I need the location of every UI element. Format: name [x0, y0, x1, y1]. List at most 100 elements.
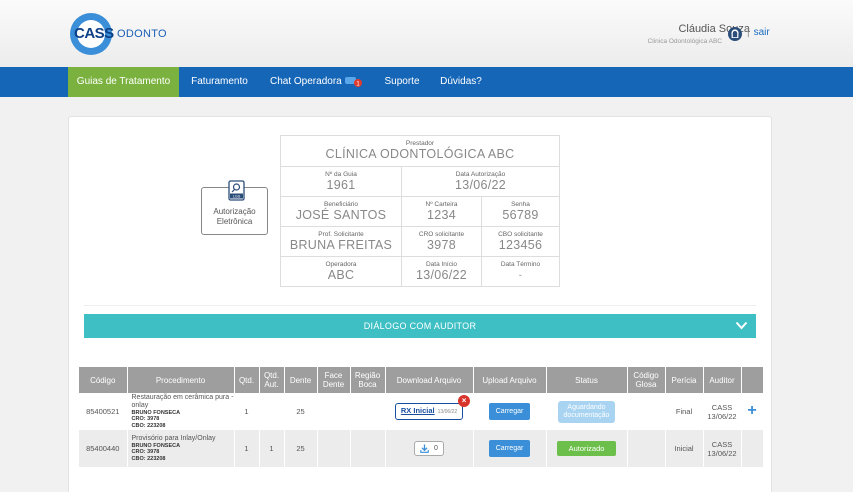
cell-codigo-glosa — [627, 393, 666, 430]
cbo-cell: CBO solicitante 123456 — [481, 226, 560, 257]
carteira-value: 1234 — [426, 208, 456, 222]
rx-inicial-file[interactable]: RX Inicial 13/06/22 × — [394, 395, 471, 420]
rx-inicial-date: 13/06/22 — [437, 409, 458, 415]
cell-regiao-boca — [350, 430, 386, 467]
auditor-name: CASS — [711, 439, 733, 449]
cbo-value: 123456 — [498, 238, 543, 252]
data-autorizacao-label: Data Autorização — [455, 171, 506, 178]
col-dente: Dente — [284, 367, 318, 393]
nav-duvidas[interactable]: Dúvidas? — [432, 67, 490, 97]
auditor-date: 13/06/22 — [707, 411, 737, 421]
logo-main-text: CASS — [74, 25, 114, 42]
status-line1: Aguardando — [567, 403, 606, 411]
logout-link[interactable]: | sair — [747, 27, 770, 38]
cro-value: 3978 — [426, 238, 456, 252]
col-procedimento: Procedimento — [127, 367, 235, 393]
data-autorizacao-cell: Data Autorização 13/06/22 — [401, 166, 560, 197]
guia-value: 1961 — [326, 178, 356, 192]
cell-actions — [741, 430, 764, 467]
cell-face-dente — [317, 393, 351, 430]
autorizacao-eletronica-button[interactable]: LGS Autorização Eletrônica — [201, 180, 268, 235]
col-download: Download Arquivo — [385, 367, 474, 393]
status-line2: documentação — [563, 411, 610, 419]
col-codigo: Código — [79, 367, 128, 393]
dialogo-auditor-label: DIÁLOGO COM AUDITOR — [363, 321, 477, 331]
cell-qtd-aut — [259, 393, 285, 430]
procedure-name: Provisório para Inlay/Onlay — [131, 434, 216, 442]
document-icon-label: LGS — [233, 195, 241, 199]
section-divider — [84, 305, 756, 306]
cell-actions: + — [741, 393, 764, 430]
data-autorizacao-value: 13/06/22 — [454, 178, 507, 192]
status-badge: Aguardando documentação — [557, 400, 616, 423]
cro-label: CRO solicitante — [418, 231, 465, 238]
guia-label: Nº da Guia — [325, 171, 357, 178]
nav-suporte[interactable]: Suporte — [377, 67, 427, 97]
beneficiario-label: Beneficiário — [324, 201, 358, 208]
user-avatar-icon[interactable] — [728, 27, 742, 41]
cell-auditor: CASS 13/06/22 — [703, 430, 742, 467]
prestador-cell: Prestador CLÍNICA ODONTOLÓGICA ABC — [280, 135, 560, 167]
cell-pericia: Inicial — [665, 430, 704, 467]
carteira-cell: Nº Carteira 1234 — [401, 196, 482, 227]
cro-cell: CRO solicitante 3978 — [401, 226, 482, 257]
chat-bubble-icon: 1 — [345, 77, 362, 88]
cell-dente: 25 — [284, 430, 318, 467]
status-badge: Autorizado — [556, 441, 617, 456]
cell-procedimento: Restauração em cerâmica pura - onlay BRU… — [127, 393, 235, 430]
col-upload: Upload Arquivo — [473, 367, 547, 393]
dialogo-auditor-toggle[interactable]: DIÁLOGO COM AUDITOR — [84, 314, 756, 338]
app-header: CASS ODONTO Cláudia Souza Clinica Odonto… — [0, 0, 853, 67]
user-clinic: Clinica Odontológica ABC — [647, 38, 722, 45]
table-row: 85400440 Provisório para Inlay/Onlay BRU… — [79, 430, 764, 467]
auth-button-line2: Eletrônica — [216, 217, 253, 226]
cell-codigo: 85400440 — [79, 430, 128, 467]
chevron-down-icon — [735, 321, 748, 330]
data-termino-cell: Data Término - — [481, 256, 560, 287]
cass-odonto-logo[interactable]: CASS ODONTO — [70, 13, 167, 55]
guia-cell: Nº da Guia 1961 — [280, 166, 402, 197]
cell-upload: Carregar — [473, 393, 547, 430]
guide-info-table: Prestador CLÍNICA ODONTOLÓGICA ABC Nº da… — [280, 135, 560, 287]
cell-codigo: 85400521 — [79, 393, 128, 430]
add-icon[interactable]: + — [747, 402, 756, 419]
col-auditor: Auditor — [703, 367, 742, 393]
nav-faturamento[interactable]: Faturamento — [181, 67, 258, 97]
senha-label: Senha — [511, 201, 530, 208]
download-button[interactable]: 0 — [414, 440, 444, 457]
carregar-button[interactable]: Carregar — [488, 403, 531, 420]
cell-qtd: 1 — [234, 393, 260, 430]
nav-guias-tratamento[interactable]: Guias de Tratamento — [68, 67, 179, 97]
senha-value: 56789 — [502, 208, 539, 222]
operadora-label: Operadora — [325, 261, 357, 268]
beneficiario-cell: Beneficiário JOSÉ SANTOS — [280, 196, 402, 227]
cell-procedimento: Provisório para Inlay/Onlay BRUNO FONSEC… — [127, 430, 235, 467]
col-status: Status — [546, 367, 628, 393]
data-termino-label: Data Término — [500, 261, 541, 268]
auditor-name: CASS — [711, 402, 733, 412]
col-qtd: Qtd. — [234, 367, 260, 393]
beneficiario-value: JOSÉ SANTOS — [295, 208, 387, 222]
procedures-table: Código Procedimento Qtd. Qtd. Aut. Dente… — [79, 367, 764, 467]
logout-label: sair — [753, 27, 770, 38]
cell-codigo-glosa — [627, 430, 666, 467]
cell-qtd-aut: 1 — [259, 430, 285, 467]
prof-solicitante-label: Prof. Solicitante — [318, 231, 364, 238]
procedure-name: Restauração em cerâmica pura - onlay — [131, 393, 234, 409]
prof-solicitante-cell: Prof. Solicitante BRUNA FREITAS — [280, 226, 402, 257]
data-inicio-value: 13/06/22 — [415, 268, 468, 282]
prof-solicitante-value: BRUNA FREITAS — [289, 238, 393, 252]
prestador-value: CLÍNICA ODONTOLÓGICA ABC — [325, 147, 515, 161]
cell-dente: 25 — [284, 393, 318, 430]
logo-sub-text: ODONTO — [117, 28, 167, 40]
carregar-button[interactable]: Carregar — [488, 440, 531, 457]
auth-button-line1: Autorização — [213, 207, 256, 216]
procedure-cbo: CBO: 223208 — [131, 422, 166, 429]
remove-file-icon[interactable]: × — [458, 395, 471, 407]
cell-regiao-boca — [350, 393, 386, 430]
document-icon: LGS — [228, 180, 245, 201]
col-qtd-aut: Qtd. Aut. — [259, 367, 285, 393]
cell-pericia: Final — [665, 393, 704, 430]
operadora-cell: Operadora ABC — [280, 256, 402, 287]
rx-inicial-link[interactable]: RX Inicial — [401, 406, 435, 415]
